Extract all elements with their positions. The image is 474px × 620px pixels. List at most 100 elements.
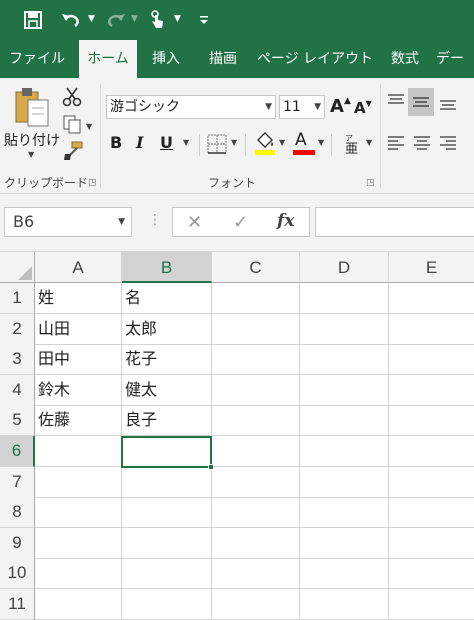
cell-b9[interactable] <box>122 528 212 559</box>
paste-icon[interactable] <box>14 86 50 132</box>
cell-e6[interactable] <box>389 436 474 467</box>
undo-icon[interactable] <box>58 6 84 34</box>
cell-d3[interactable] <box>300 344 389 375</box>
underline-button[interactable]: U <box>160 133 173 152</box>
touch-mode-icon[interactable] <box>146 6 168 34</box>
cell-c8[interactable] <box>212 497 300 528</box>
formula-input[interactable] <box>315 207 474 237</box>
cell-e1[interactable] <box>389 283 474 314</box>
cell-d10[interactable] <box>300 558 389 589</box>
cell-a11[interactable] <box>35 589 122 620</box>
align-bottom-icon[interactable] <box>438 92 458 116</box>
cell-b8[interactable] <box>122 497 212 528</box>
font-size-select[interactable]: 11 ▼ <box>279 95 325 119</box>
cell-e7[interactable] <box>389 467 474 498</box>
cell-c4[interactable] <box>212 375 300 406</box>
phonetic-guide-icon[interactable]: ア亜 <box>342 132 362 160</box>
column-header-b[interactable]: B <box>122 252 212 283</box>
fill-color-dropdown-icon[interactable]: ▼ <box>279 138 285 147</box>
row-header-8[interactable]: 8 <box>0 497 35 528</box>
cell-a1[interactable]: 姓 <box>35 283 122 314</box>
font-color-button[interactable]: A <box>293 130 315 156</box>
cell-a2[interactable]: 山田 <box>35 314 122 345</box>
cell-d9[interactable] <box>300 528 389 559</box>
cell-b11[interactable] <box>122 589 212 620</box>
row-header-10[interactable]: 10 <box>0 558 35 589</box>
cell-a5[interactable]: 佐藤 <box>35 405 122 436</box>
cell-c1[interactable] <box>212 283 300 314</box>
phonetic-dropdown-icon[interactable]: ▼ <box>366 138 372 147</box>
cell-b3[interactable]: 花子 <box>122 344 212 375</box>
tab-file[interactable]: ファイル <box>0 40 74 78</box>
cell-c5[interactable] <box>212 405 300 436</box>
row-header-11[interactable]: 11 <box>0 589 35 620</box>
font-name-select[interactable]: 游ゴシック ▼ <box>106 95 276 119</box>
cell-e5[interactable] <box>389 405 474 436</box>
clipboard-launcher-icon[interactable]: ◳ <box>88 178 97 188</box>
row-header-9[interactable]: 9 <box>0 528 35 559</box>
enter-icon[interactable]: ✓ <box>233 212 248 233</box>
cell-e8[interactable] <box>389 497 474 528</box>
font-launcher-icon[interactable]: ◳ <box>366 178 375 188</box>
cell-c9[interactable] <box>212 528 300 559</box>
column-header-e[interactable]: E <box>389 252 474 283</box>
customize-icon[interactable] <box>196 6 212 34</box>
cell-e11[interactable] <box>389 589 474 620</box>
shrink-font-button[interactable]: A▼ <box>354 99 372 117</box>
tab-formulas[interactable]: 数式 <box>382 40 428 78</box>
cell-c10[interactable] <box>212 558 300 589</box>
cell-e2[interactable] <box>389 314 474 345</box>
row-header-2[interactable]: 2 <box>0 314 35 345</box>
format-painter-icon[interactable] <box>62 140 84 166</box>
cell-b5[interactable]: 良子 <box>122 405 212 436</box>
column-header-a[interactable]: A <box>35 252 122 283</box>
cell-d11[interactable] <box>300 589 389 620</box>
align-middle-button[interactable] <box>408 88 434 116</box>
undo-dropdown-icon[interactable]: ▼ <box>88 14 95 24</box>
cell-d6[interactable] <box>300 436 389 467</box>
fill-handle[interactable] <box>208 464 214 470</box>
cell-d1[interactable] <box>300 283 389 314</box>
tab-insert[interactable]: 挿入 <box>142 40 190 78</box>
cell-c11[interactable] <box>212 589 300 620</box>
cell-e9[interactable] <box>389 528 474 559</box>
row-header-4[interactable]: 4 <box>0 375 35 406</box>
cell-e4[interactable] <box>389 375 474 406</box>
save-icon[interactable] <box>20 6 46 34</box>
cell-c3[interactable] <box>212 344 300 375</box>
cell-d5[interactable] <box>300 405 389 436</box>
column-header-c[interactable]: C <box>212 252 300 283</box>
grow-font-button[interactable]: A▲ <box>330 96 351 117</box>
cell-b1[interactable]: 名 <box>122 283 212 314</box>
select-all-button[interactable] <box>0 252 35 283</box>
paste-dropdown-icon[interactable]: ▼ <box>28 150 34 159</box>
cell-e10[interactable] <box>389 558 474 589</box>
font-color-dropdown-icon[interactable]: ▼ <box>318 138 324 147</box>
align-left-icon[interactable] <box>386 134 406 158</box>
underline-dropdown-icon[interactable]: ▼ <box>183 138 189 147</box>
align-right-icon[interactable] <box>438 134 458 158</box>
align-top-icon[interactable] <box>386 92 406 116</box>
cell-a7[interactable] <box>35 467 122 498</box>
touch-mode-dropdown-icon[interactable]: ▼ <box>174 14 181 24</box>
cell-d2[interactable] <box>300 314 389 345</box>
cell-d8[interactable] <box>300 497 389 528</box>
cell-a10[interactable] <box>35 558 122 589</box>
tab-home[interactable]: ホーム <box>79 40 137 78</box>
row-header-6[interactable]: 6 <box>0 436 35 467</box>
insert-function-button[interactable]: fx <box>277 211 294 231</box>
cell-b7[interactable] <box>122 467 212 498</box>
cell-a4[interactable]: 鈴木 <box>35 375 122 406</box>
cell-c2[interactable] <box>212 314 300 345</box>
cell-b10[interactable] <box>122 558 212 589</box>
cancel-icon[interactable]: ✕ <box>187 212 202 233</box>
copy-dropdown-icon[interactable]: ▼ <box>86 122 92 131</box>
bold-button[interactable]: B <box>110 133 122 152</box>
copy-icon[interactable] <box>62 114 82 138</box>
row-header-7[interactable]: 7 <box>0 467 35 498</box>
row-header-1[interactable]: 1 <box>0 283 35 314</box>
cell-d7[interactable] <box>300 467 389 498</box>
borders-icon[interactable] <box>207 134 227 158</box>
redo-icon[interactable] <box>103 6 129 34</box>
cell-a9[interactable] <box>35 528 122 559</box>
